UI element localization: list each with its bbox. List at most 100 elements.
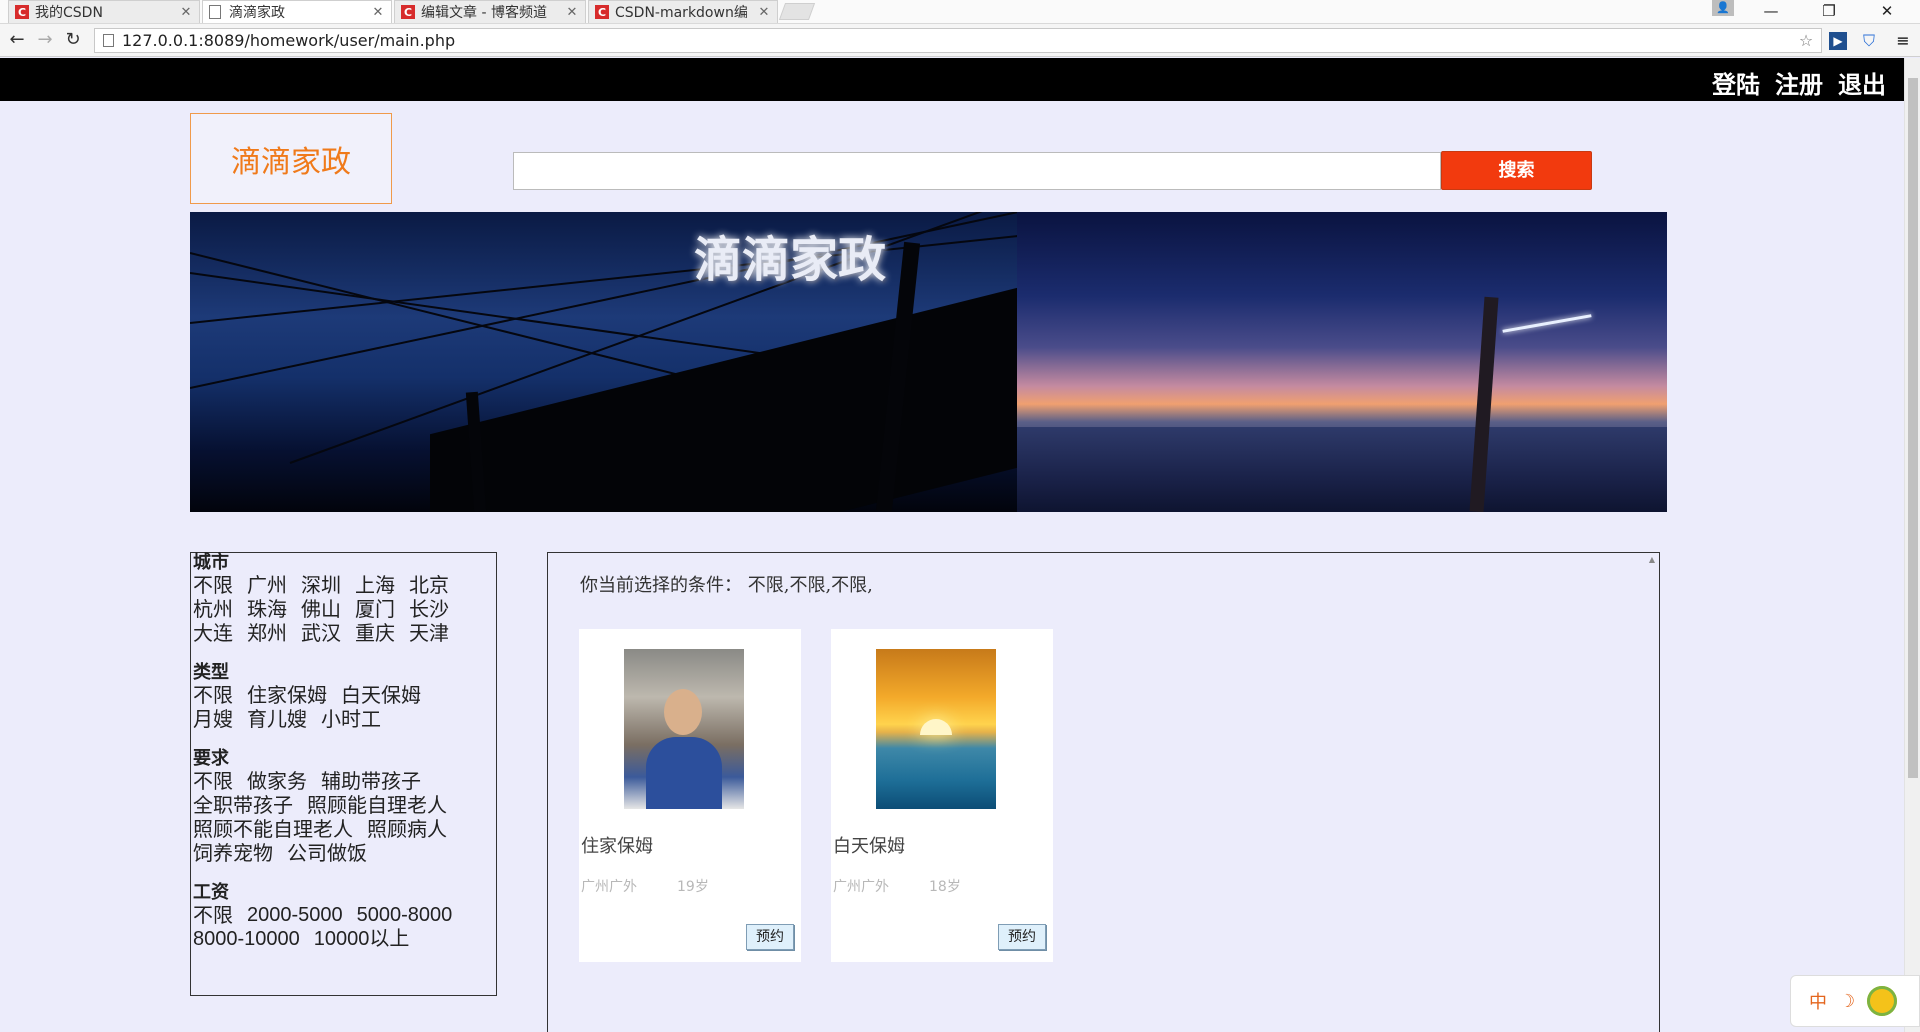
banner-sunset-scene — [1017, 212, 1667, 512]
filter-option[interactable]: 8000-10000 — [193, 927, 300, 951]
filter-option[interactable]: 照顾能自理老人 — [307, 793, 447, 817]
filter-option[interactable]: 照顾病人 — [367, 817, 447, 841]
filter-option[interactable]: 5000-8000 — [357, 903, 453, 927]
filter-option[interactable]: 辅助带孩子 — [321, 769, 421, 793]
close-icon[interactable]: ✕ — [757, 5, 771, 20]
page-scrollbar[interactable] — [1904, 58, 1920, 1032]
restore-button[interactable]: ❐ — [1806, 0, 1852, 22]
shield-icon[interactable]: ⛉ — [1860, 32, 1878, 50]
filter-option[interactable]: 厦门 — [355, 597, 395, 621]
filter-option[interactable]: 住家保姆 — [247, 683, 327, 707]
profile-icon[interactable]: 👤 — [1712, 0, 1734, 16]
tab-edit-article[interactable]: C 编辑文章 - 博客频道 ✕ — [394, 0, 586, 23]
close-icon[interactable]: ✕ — [565, 5, 579, 20]
banner-title: 滴滴家政 — [693, 232, 886, 288]
ime-mode[interactable]: 中 — [1809, 988, 1827, 1014]
filter-city: 城市 不限 广州 深圳 上海 北京 杭州 珠海 佛山 厦门 长沙 大连 郑州 武… — [193, 552, 494, 646]
filter-option[interactable]: 郑州 — [247, 621, 287, 645]
close-icon[interactable]: ✕ — [371, 5, 385, 20]
register-link[interactable]: 注册 — [1775, 65, 1823, 100]
filter-requirement: 要求 不限 做家务 辅助带孩子 全职带孩子 照顾能自理老人 照顾不能自理老人 照… — [193, 748, 494, 866]
new-tab-button[interactable] — [778, 3, 816, 20]
scroll-up-icon[interactable]: ▲ — [1649, 555, 1655, 564]
csdn-icon: C — [401, 5, 415, 19]
close-window-button[interactable]: ✕ — [1864, 0, 1910, 22]
card-title[interactable]: 住家保姆 — [581, 832, 653, 858]
card-age: 19岁 — [677, 879, 709, 895]
card-meta: 广州广外 18岁 — [833, 876, 961, 896]
back-arrow-icon[interactable]: ← — [6, 29, 28, 51]
banner-night-scene: 滴滴家政 — [190, 212, 1086, 512]
tab-title: 我的CSDN — [35, 5, 103, 21]
filter-option[interactable]: 珠海 — [247, 597, 287, 621]
filter-option[interactable]: 不限 — [193, 573, 233, 597]
login-link[interactable]: 登陆 — [1712, 65, 1760, 100]
page-icon — [209, 5, 221, 19]
address-bar[interactable]: 127.0.0.1:8089/homework/user/main.php — [94, 28, 1822, 53]
tab-csdn-markdown[interactable]: C CSDN-markdown编 ✕ — [588, 0, 778, 23]
result-card[interactable]: 白天保姆 广州广外 18岁 预约 — [831, 629, 1053, 962]
search-button[interactable]: 搜索 — [1441, 151, 1592, 190]
filter-option[interactable]: 杭州 — [193, 597, 233, 621]
filter-option[interactable]: 天津 — [409, 621, 449, 645]
card-title[interactable]: 白天保姆 — [833, 832, 905, 858]
filter-option[interactable]: 2000-5000 — [247, 903, 343, 927]
tab-my-csdn[interactable]: C 我的CSDN ✕ — [8, 0, 200, 23]
book-button[interactable]: 预约 — [746, 924, 794, 950]
filter-option[interactable]: 做家务 — [247, 769, 307, 793]
bookmark-star-icon[interactable]: ☆ — [1797, 32, 1815, 50]
result-card[interactable]: 住家保姆 广州广外 19岁 预约 — [579, 629, 801, 962]
forward-arrow-icon[interactable]: → — [34, 29, 56, 51]
card-meta: 广州广外 19岁 — [581, 876, 709, 896]
search-input[interactable] — [513, 152, 1441, 190]
extension-icon[interactable]: ▶ — [1829, 32, 1847, 50]
filter-option[interactable]: 10000以上 — [314, 927, 410, 951]
filter-option[interactable]: 不限 — [193, 903, 233, 927]
filter-option[interactable]: 照顾不能自理老人 — [193, 817, 353, 841]
reload-icon[interactable]: ↻ — [62, 29, 84, 51]
csdn-icon: C — [595, 5, 609, 19]
filter-option[interactable]: 小时工 — [321, 707, 381, 731]
filter-option[interactable]: 广州 — [247, 573, 287, 597]
filter-option[interactable]: 长沙 — [409, 597, 449, 621]
filter-option[interactable]: 全职带孩子 — [193, 793, 293, 817]
menu-icon[interactable]: ≡ — [1894, 32, 1912, 50]
criteria-value: 不限,不限,不限, — [747, 575, 873, 596]
filter-option[interactable]: 武汉 — [301, 621, 341, 645]
book-button[interactable]: 预约 — [998, 924, 1046, 950]
filter-option[interactable]: 育儿嫂 — [247, 707, 307, 731]
filter-option[interactable]: 重庆 — [355, 621, 395, 645]
filter-option[interactable]: 白天保姆 — [341, 683, 421, 707]
filter-option[interactable]: 饲养宠物 — [193, 841, 273, 865]
logout-link[interactable]: 退出 — [1838, 65, 1886, 100]
criteria-label: 你当前选择的条件： — [580, 575, 742, 596]
top-nav-bar: 登陆 注册 退出 — [0, 58, 1904, 101]
current-criteria: 你当前选择的条件： 不限,不限,不限, — [580, 571, 873, 597]
worker-photo[interactable] — [624, 649, 744, 809]
page-icon — [103, 34, 114, 47]
minimize-button[interactable]: — — [1748, 0, 1794, 22]
filter-option[interactable]: 上海 — [355, 573, 395, 597]
filter-option[interactable]: 佛山 — [301, 597, 341, 621]
close-icon[interactable]: ✕ — [179, 5, 193, 20]
tab-title: 滴滴家政 — [229, 5, 285, 21]
card-location: 广州广外 — [581, 879, 637, 895]
filter-option[interactable]: 深圳 — [301, 573, 341, 597]
filter-option[interactable]: 不限 — [193, 683, 233, 707]
card-location: 广州广外 — [833, 879, 889, 895]
scrollbar-thumb[interactable] — [1908, 78, 1918, 778]
filter-option[interactable]: 北京 — [409, 573, 449, 597]
ime-toolbar[interactable]: 中 ☽ — [1790, 975, 1920, 1027]
filter-heading: 城市 — [193, 552, 229, 573]
filter-heading: 工资 — [193, 882, 229, 903]
filter-heading: 要求 — [193, 748, 229, 769]
tab-didi-jiazheng[interactable]: 滴滴家政 ✕ — [202, 0, 392, 23]
filter-option[interactable]: 大连 — [193, 621, 233, 645]
site-logo[interactable]: 滴滴家政 — [190, 113, 392, 204]
url-text: 127.0.0.1:8089/homework/user/main.php — [122, 31, 456, 50]
filter-option[interactable]: 月嫂 — [193, 707, 233, 731]
worker-photo[interactable] — [876, 649, 996, 809]
filter-option[interactable]: 公司做饭 — [287, 841, 367, 865]
filter-option[interactable]: 不限 — [193, 769, 233, 793]
browser-tab-strip: C 我的CSDN ✕ 滴滴家政 ✕ C 编辑文章 - 博客频道 ✕ C CSDN… — [0, 0, 1920, 24]
